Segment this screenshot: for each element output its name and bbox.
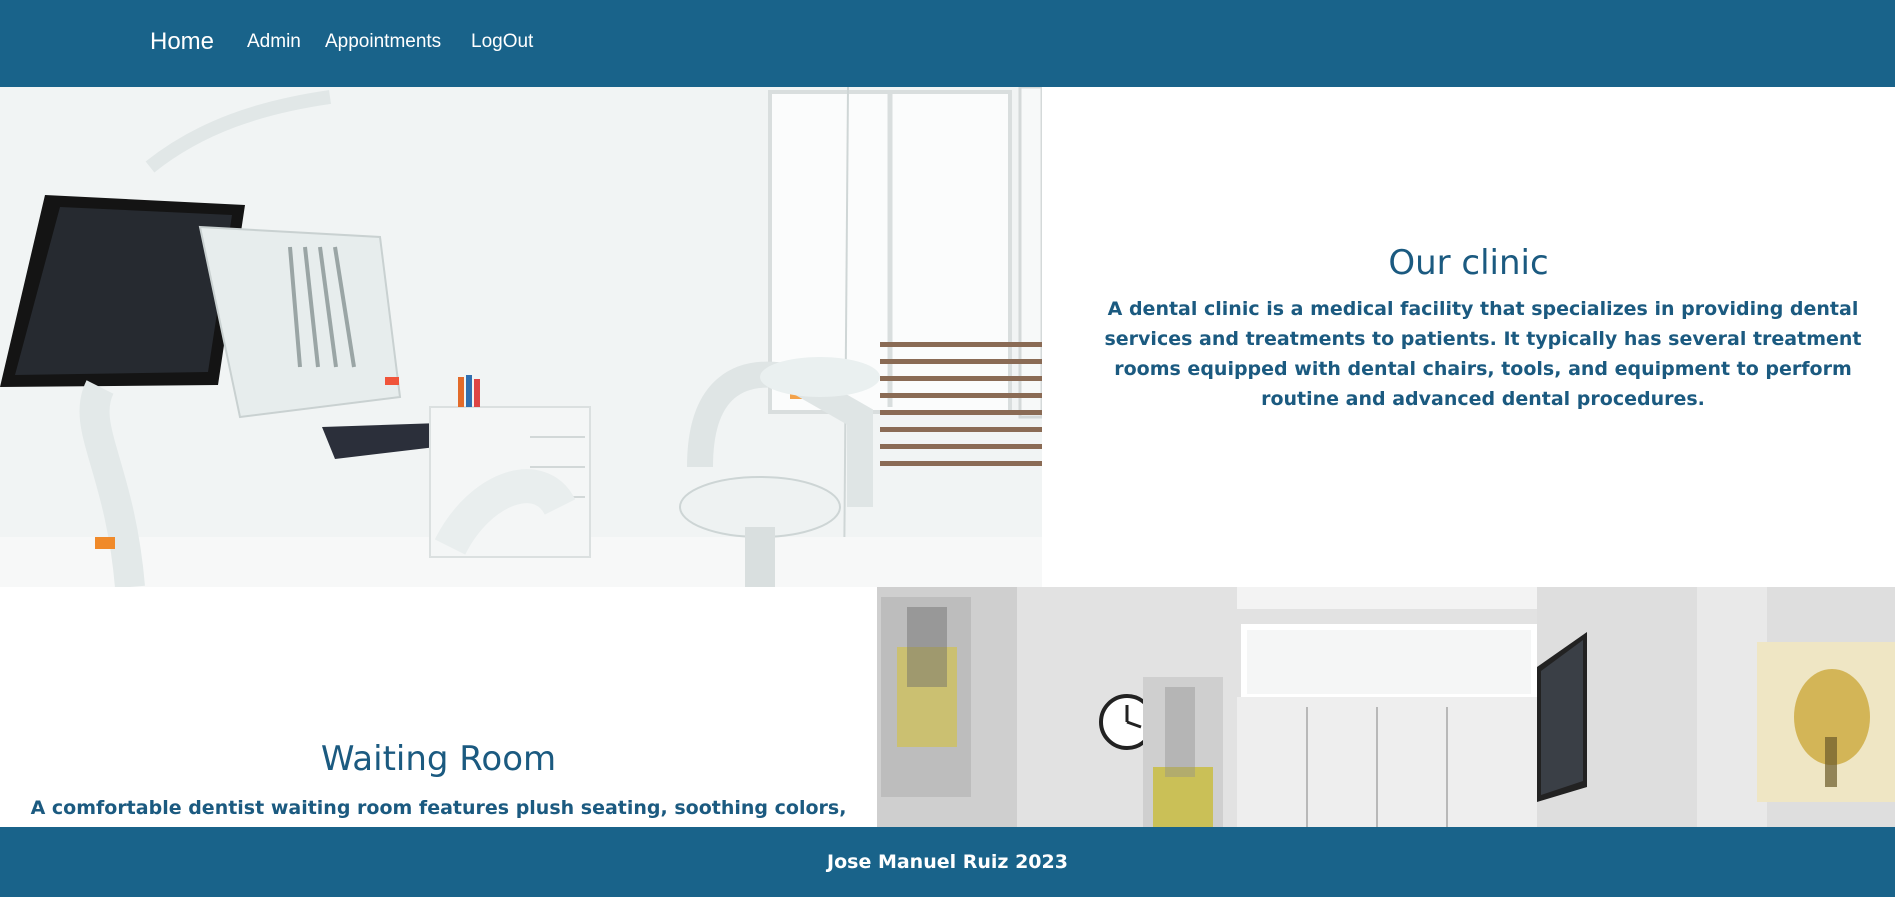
nav-home-link[interactable]: Home	[150, 28, 214, 56]
waiting-room-title: Waiting Room	[320, 739, 557, 779]
clinic-title: Our clinic	[1388, 243, 1549, 283]
waiting-room-photo	[877, 587, 1895, 827]
footer-copyright: Jose Manuel Ruiz 2023	[827, 851, 1068, 873]
waiting-room-description: A comfortable dentist waiting room featu…	[30, 797, 847, 819]
footer: Jose Manuel Ruiz 2023	[0, 827, 1895, 897]
nav-appointments-link[interactable]: Appointments	[325, 31, 441, 53]
clinic-section: Our clinic A dental clinic is a medical …	[1042, 87, 1895, 587]
top-navbar: Home Admin Appointments LogOut	[0, 0, 1895, 87]
nav-logout-link[interactable]: LogOut	[471, 31, 533, 53]
clinic-description: A dental clinic is a medical facility th…	[1104, 298, 1862, 410]
nav-admin-link[interactable]: Admin	[247, 31, 301, 53]
waiting-room-section: Waiting Room A comfortable dentist waiti…	[0, 587, 877, 827]
clinic-photo	[0, 87, 1042, 587]
